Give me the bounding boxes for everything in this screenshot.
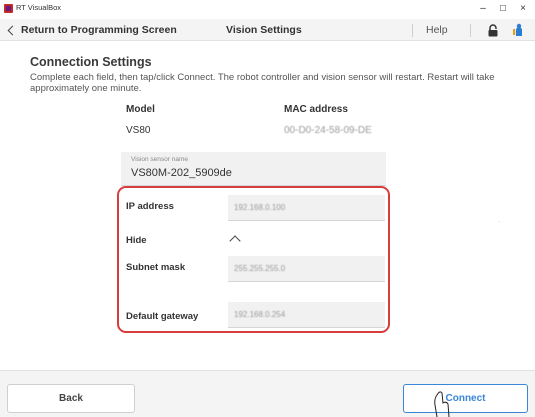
- vision-sensor-name-value: VS80M-202_5909de: [131, 167, 232, 179]
- nav-bar: Return to Programming Screen Vision Sett…: [0, 19, 535, 41]
- title-bar: RT VisualBox – □ ×: [0, 0, 535, 18]
- nav-divider: [412, 24, 413, 37]
- app-name: RT VisualBox: [16, 3, 62, 12]
- model-header: Model: [126, 104, 155, 115]
- vision-sensor-name-label: Vision sensor name: [131, 156, 188, 163]
- hide-label: Hide: [126, 235, 147, 246]
- vision-sensor-name-field[interactable]: Vision sensor name VS80M-202_5909de: [121, 152, 386, 186]
- default-gateway-value: 192.168.0.254: [234, 310, 286, 319]
- subnet-mask-field[interactable]: 255.255.255.0: [228, 256, 385, 282]
- section-description: Complete each field, then tap/click Conn…: [30, 72, 495, 94]
- ip-address-field[interactable]: 192.168.0.100: [228, 195, 385, 221]
- return-to-programming-button[interactable]: Return to Programming Screen: [6, 22, 177, 38]
- default-gateway-field[interactable]: 192.168.0.254: [228, 302, 385, 328]
- mac-address-value: 00-D0-24-58-09-DE: [284, 125, 372, 136]
- scroll-marker: -: [498, 219, 500, 225]
- nav-divider: [470, 24, 471, 37]
- person-icon[interactable]: [512, 23, 524, 37]
- lock-icon[interactable]: [487, 24, 499, 37]
- mac-address-header: MAC address: [284, 104, 348, 115]
- hand-cursor-icon: [434, 391, 450, 417]
- subnet-mask-value: 255.255.255.0: [234, 264, 286, 273]
- back-button[interactable]: Back: [7, 384, 135, 413]
- chevron-left-icon: [7, 25, 18, 35]
- minimize-button[interactable]: –: [474, 2, 492, 16]
- default-gateway-label: Default gateway: [126, 311, 199, 322]
- app-logo-icon: [4, 4, 13, 13]
- ip-address-value: 192.168.0.100: [234, 203, 286, 212]
- connect-button[interactable]: Connect: [403, 384, 528, 413]
- return-label: Return to Programming Screen: [21, 24, 177, 36]
- help-button[interactable]: Help: [426, 24, 448, 36]
- page-title: Vision Settings: [226, 24, 302, 36]
- ip-address-label: IP address: [126, 201, 174, 212]
- maximize-button[interactable]: □: [494, 2, 512, 16]
- section-title: Connection Settings: [30, 55, 152, 69]
- subnet-mask-label: Subnet mask: [126, 262, 186, 273]
- model-value: VS80: [126, 125, 151, 136]
- close-button[interactable]: ×: [514, 2, 532, 16]
